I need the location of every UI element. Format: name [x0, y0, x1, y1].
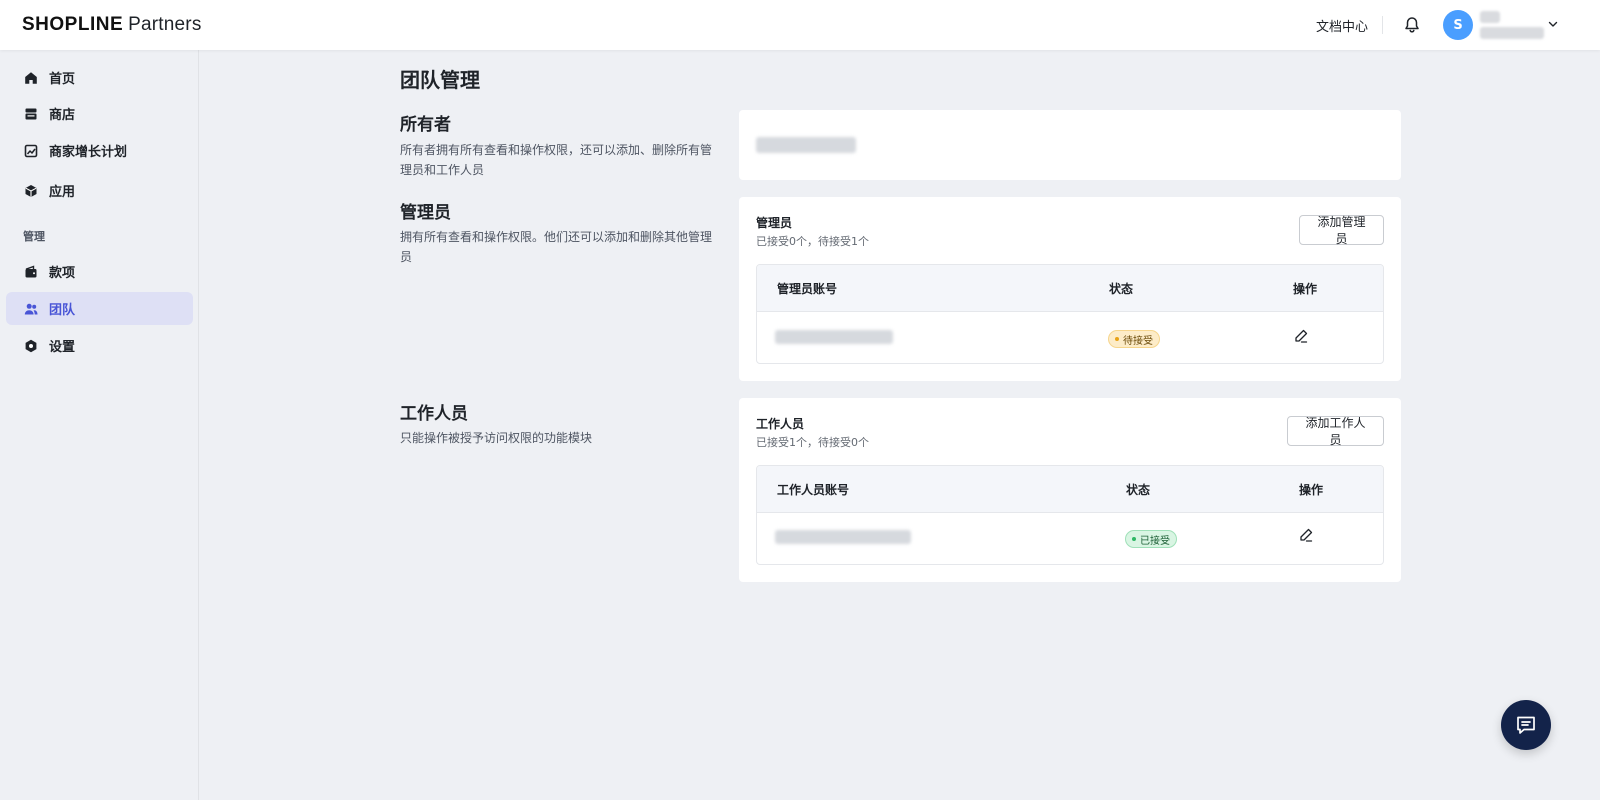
chat-support-button[interactable] [1501, 700, 1551, 750]
staff-section-desc: 只能操作被授予访问权限的功能模块 [400, 431, 593, 445]
admins-card: 管理员 已接受0个，待接受1个 添加管理员 管理员账号 状态 操作 待接受 [739, 197, 1401, 381]
owner-section-title: 所有者 [400, 115, 451, 135]
admins-card-count: 已接受0个，待接受1个 [756, 235, 869, 248]
sidebar-item-label: 商家增长计划 [49, 145, 128, 160]
admins-table: 管理员账号 状态 操作 待接受 [756, 264, 1384, 364]
table-header: 工作人员账号 状态 操作 [757, 466, 1383, 513]
doc-center-link[interactable]: 文档中心 [1316, 16, 1368, 35]
growth-chart-icon [24, 144, 38, 158]
chat-message-icon [1515, 714, 1537, 736]
admins-card-title: 管理员 [756, 216, 793, 230]
redacted-owner-account [756, 137, 856, 153]
avatar[interactable]: S [1443, 10, 1473, 40]
store-icon [24, 107, 38, 121]
status-badge: 已接受 [1125, 530, 1177, 548]
column-header-account: 工作人员账号 [777, 483, 850, 497]
staff-table: 工作人员账号 状态 操作 已接受 [756, 465, 1384, 565]
shopline-partners-logo[interactable]: SHOPLINE Partners [22, 14, 202, 36]
status-badge: 待接受 [1108, 330, 1160, 348]
page-title: 团队管理 [400, 68, 480, 92]
edit-icon[interactable] [1293, 328, 1309, 344]
top-bar: SHOPLINE Partners 文档中心 S [0, 0, 1600, 50]
staff-card-count: 已接受1个，待接受0个 [756, 436, 869, 449]
sidebar-section-manage: 管理 [23, 230, 45, 243]
admins-section-desc: 拥有所有查看和操作权限。他们还可以添加和删除其他管理员 [400, 230, 713, 264]
logo-brand: SHOPLINE [22, 14, 124, 35]
status-dot [1115, 337, 1119, 341]
redacted-account-name [1480, 11, 1500, 23]
bell-icon[interactable] [1402, 15, 1422, 35]
sidebar-item-label: 应用 [49, 185, 76, 200]
sidebar-item-payments[interactable]: 款项 [6, 255, 193, 288]
column-header-account: 管理员账号 [777, 282, 838, 296]
status-dot [1132, 537, 1136, 541]
sidebar: 首页 商店 商家增长计划 应用 管理 款项 团队 设置 [0, 50, 199, 800]
sidebar-item-label: 商店 [49, 108, 76, 123]
sidebar-item-team[interactable]: 团队 [6, 292, 193, 325]
sidebar-item-apps[interactable]: 应用 [6, 174, 193, 207]
edit-icon[interactable] [1298, 527, 1314, 543]
sidebar-item-label: 设置 [49, 340, 76, 355]
owner-card [739, 110, 1401, 180]
sidebar-item-store[interactable]: 商店 [6, 97, 193, 130]
redacted-account-email [1480, 27, 1544, 39]
app-cube-icon [24, 184, 38, 198]
owner-section-desc: 所有者拥有所有查看和操作权限，还可以添加、删除所有管理员和工作人员 [400, 143, 713, 177]
column-header-status: 状态 [1126, 483, 1151, 497]
team-icon [24, 302, 38, 316]
chevron-down-icon[interactable] [1546, 17, 1560, 31]
status-badge-label: 待接受 [1123, 335, 1153, 347]
sidebar-item-label: 首页 [49, 72, 76, 87]
sidebar-item-settings[interactable]: 设置 [6, 329, 193, 362]
settings-icon [24, 339, 38, 353]
logo-suffix: Partners [128, 14, 202, 35]
header-divider [1382, 16, 1383, 34]
status-badge-label: 已接受 [1140, 535, 1170, 547]
staff-card-title: 工作人员 [756, 417, 805, 431]
sidebar-item-home[interactable]: 首页 [6, 61, 193, 94]
admins-section-title: 管理员 [400, 203, 451, 223]
wallet-icon [24, 265, 38, 279]
sidebar-item-label: 团队 [49, 303, 76, 318]
column-header-action: 操作 [1299, 483, 1324, 497]
column-header-status: 状态 [1109, 282, 1134, 296]
sidebar-item-growth-plan[interactable]: 商家增长计划 [6, 134, 193, 167]
staff-section-title: 工作人员 [400, 404, 468, 424]
redacted-admin-account [775, 330, 893, 344]
home-icon [24, 71, 38, 85]
add-staff-button[interactable]: 添加工作人员 [1287, 416, 1384, 447]
table-header: 管理员账号 状态 操作 [757, 265, 1383, 312]
add-admin-button[interactable]: 添加管理员 [1299, 215, 1384, 246]
redacted-staff-account [775, 530, 911, 544]
column-header-action: 操作 [1293, 282, 1318, 296]
staff-card: 工作人员 已接受1个，待接受0个 添加工作人员 工作人员账号 状态 操作 已接受 [739, 398, 1401, 582]
sidebar-item-label: 款项 [49, 266, 76, 281]
